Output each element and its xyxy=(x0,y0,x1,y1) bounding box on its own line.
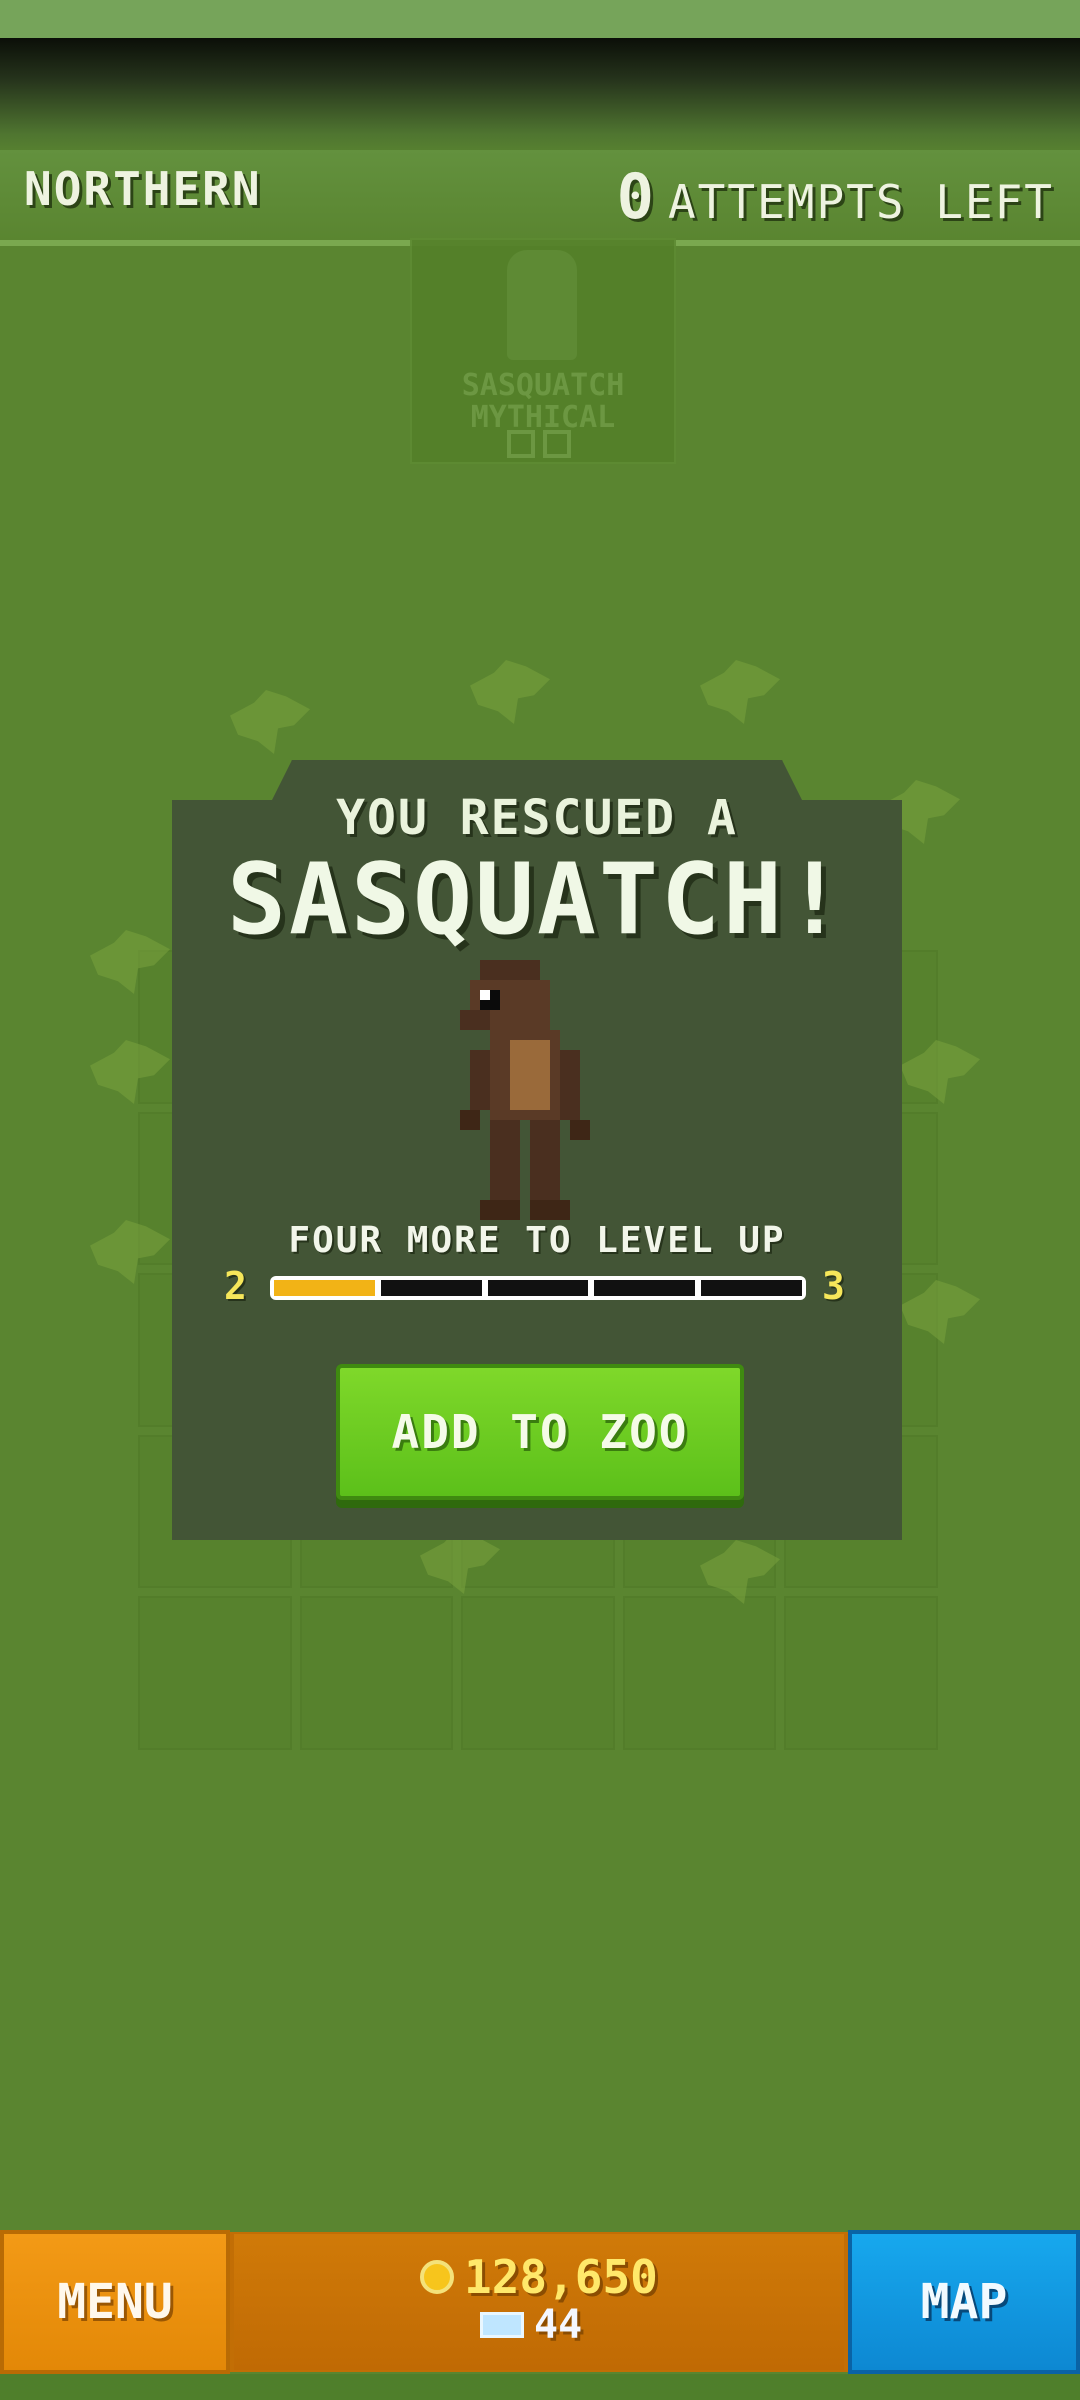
background-card-slots xyxy=(507,430,571,458)
gem-icon xyxy=(480,2312,524,2338)
add-to-zoo-button[interactable]: ADD TO ZOO xyxy=(336,1364,744,1500)
region-label: NORTHERN xyxy=(24,162,262,216)
coin-icon xyxy=(420,2260,454,2294)
gem-balance: 44 xyxy=(480,2302,582,2348)
background-card-name: SASQUATCH xyxy=(461,368,625,403)
slot-icon xyxy=(507,430,535,458)
level-progress-bar xyxy=(270,1276,806,1300)
menu-button[interactable]: MENU xyxy=(0,2230,230,2374)
system-nav-bar xyxy=(0,2374,1080,2400)
gem-count: 44 xyxy=(534,2302,583,2348)
attempts-count: 0 xyxy=(616,160,654,233)
level-to: 3 xyxy=(822,1264,845,1308)
progress-segment xyxy=(701,1280,802,1296)
sasquatch-sprite xyxy=(460,960,590,1220)
progress-segment xyxy=(487,1280,589,1296)
status-bar xyxy=(0,0,1080,38)
background-dinosaur-icon xyxy=(470,660,550,724)
level-up-text: FOUR MORE TO LEVEL UP xyxy=(288,1220,786,1261)
progress-segment xyxy=(594,1280,696,1296)
attempts-label: ATTEMPTS LEFT xyxy=(667,175,1054,229)
slot-icon xyxy=(543,430,571,458)
background-animal-card: SASQUATCH MYTHICAL xyxy=(410,238,676,464)
coin-count: 128,650 xyxy=(464,2250,658,2304)
level-from: 2 xyxy=(224,1264,247,1308)
top-shade xyxy=(0,38,1080,158)
dialog-subtitle: YOU RESCUED A xyxy=(336,790,738,846)
progress-segment xyxy=(274,1280,375,1296)
map-button[interactable]: MAP xyxy=(848,2230,1080,2374)
progress-segment xyxy=(380,1280,482,1296)
sasquatch-silhouette-icon xyxy=(507,250,577,360)
coin-balance: 128,650 xyxy=(420,2250,658,2304)
attempts-counter: 0 ATTEMPTS LEFT xyxy=(617,160,1054,233)
dialog-title: SASQUATCH! xyxy=(226,843,847,957)
background-dinosaur-icon xyxy=(230,690,310,754)
background-dinosaur-icon xyxy=(700,660,780,724)
